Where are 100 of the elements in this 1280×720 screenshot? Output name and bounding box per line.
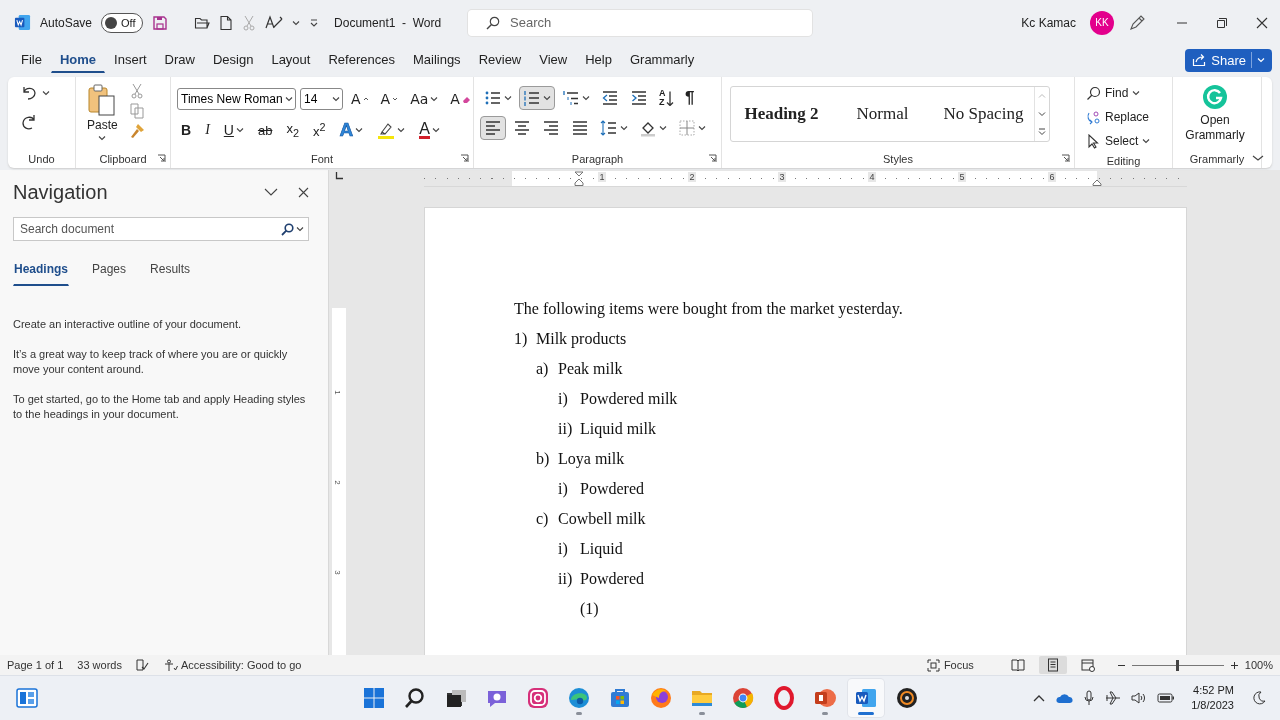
menu-tab[interactable]: Design	[203, 47, 263, 73]
grow-font-button[interactable]: A	[347, 87, 373, 111]
open-grammarly-button[interactable]: Open Grammarly	[1179, 81, 1251, 150]
superscript-button[interactable]: x$^{2}$	[308, 118, 330, 142]
proofing-icon[interactable]	[135, 659, 149, 671]
caret-icon[interactable]	[698, 124, 706, 132]
focus-button[interactable]: Focus	[925, 657, 975, 673]
format-painter-icon[interactable]	[128, 123, 145, 139]
widgets-icon[interactable]	[16, 687, 38, 709]
caret-icon[interactable]	[235, 126, 244, 134]
style-option[interactable]: Normal	[832, 87, 933, 141]
zoom-in-icon[interactable]	[1229, 660, 1239, 670]
subscript-button[interactable]: x$_{2}$	[282, 118, 303, 142]
taskbar-app[interactable]	[847, 679, 884, 717]
zoom-level[interactable]: 100%	[1244, 659, 1273, 671]
menu-tab[interactable]: Help	[576, 47, 621, 73]
caret-icon[interactable]	[431, 126, 440, 134]
menu-tab[interactable]: Layout	[262, 47, 320, 73]
italic-button[interactable]: I	[201, 118, 214, 142]
caret-icon[interactable]	[430, 95, 439, 103]
pane-tab[interactable]: Pages	[91, 261, 128, 286]
caret-icon[interactable]	[355, 126, 364, 134]
word-count[interactable]: 33 words	[77, 659, 122, 671]
strikethrough-button[interactable]: ab	[253, 118, 277, 142]
paste-button[interactable]: Paste	[82, 81, 123, 150]
clear-formatting-button[interactable]: A	[446, 87, 475, 111]
search-document-field[interactable]: Search document	[13, 217, 309, 241]
dialog-launcher-icon[interactable]	[708, 154, 717, 163]
clock-time[interactable]: 4:52 PM	[1193, 683, 1234, 698]
menu-tab[interactable]: View	[530, 47, 577, 73]
caret-icon[interactable]	[582, 94, 590, 102]
microphone-icon[interactable]	[1083, 690, 1096, 706]
customize-icon[interactable]	[309, 17, 320, 28]
caret-icon[interactable]	[1132, 89, 1141, 97]
page-count[interactable]: Page 1 of 1	[7, 659, 64, 671]
menu-tab[interactable]: Mailings	[403, 47, 470, 73]
change-case-button[interactable]: Aa	[406, 87, 443, 111]
user-avatar[interactable]: KK	[1090, 10, 1114, 35]
numbering-button[interactable]	[519, 86, 555, 110]
menu-tab[interactable]: Home	[50, 47, 106, 73]
pane-tab[interactable]: Headings	[13, 261, 69, 286]
battery-icon[interactable]	[1157, 693, 1176, 703]
dialog-launcher-icon[interactable]	[1061, 154, 1070, 163]
caret-icon[interactable]	[292, 18, 301, 27]
caret-icon[interactable]	[1142, 137, 1151, 145]
print-view-button[interactable]	[1038, 656, 1067, 674]
underline-button[interactable]: U	[219, 118, 248, 142]
caret-icon[interactable]	[504, 94, 512, 102]
sort-button[interactable]: AZ	[655, 86, 678, 110]
cloud-icon[interactable]	[1055, 692, 1074, 704]
indent-marker-icon[interactable]	[574, 171, 584, 186]
font-name-field[interactable]: Times New Roman	[177, 88, 296, 110]
search-icon[interactable]	[281, 222, 294, 236]
font-size-input[interactable]: 14	[304, 92, 332, 106]
caret-icon[interactable]	[296, 225, 304, 233]
caret-icon[interactable]	[620, 124, 628, 132]
more-styles-icon[interactable]	[1038, 128, 1046, 136]
replace-button[interactable]: Replace	[1085, 105, 1152, 129]
shrink-font-button[interactable]: A	[376, 87, 403, 111]
caret-icon[interactable]	[397, 126, 406, 134]
save-icon[interactable]	[152, 14, 169, 31]
dialog-launcher-icon[interactable]	[157, 154, 166, 163]
caret-icon[interactable]	[98, 134, 107, 142]
font-name-input[interactable]: Times New Roman	[181, 92, 285, 106]
font-size-field[interactable]: 14	[300, 88, 343, 110]
pane-tab[interactable]: Results	[149, 261, 192, 286]
spelling-icon[interactable]	[265, 14, 284, 31]
new-document-icon[interactable]	[219, 14, 234, 31]
menu-tab[interactable]: References	[319, 47, 404, 73]
menu-tab[interactable]: Review	[469, 47, 531, 73]
menu-tab[interactable]: Draw	[155, 47, 204, 73]
chevron-up-icon[interactable]	[1033, 694, 1046, 702]
find-button[interactable]: Find	[1085, 81, 1152, 105]
search-document-input[interactable]: Search document	[20, 222, 279, 236]
menu-tab[interactable]: File	[12, 47, 51, 73]
align-left-button[interactable]	[480, 116, 506, 140]
menu-tab[interactable]: Grammarly	[620, 47, 704, 73]
airplane-icon[interactable]	[1105, 690, 1122, 706]
menu-tab[interactable]: Insert	[105, 47, 156, 73]
caret-icon[interactable]	[543, 94, 551, 102]
collapse-ribbon-icon[interactable]	[1252, 154, 1264, 162]
dialog-launcher-icon[interactable]	[460, 154, 469, 163]
caret-icon[interactable]	[659, 124, 667, 132]
bold-button[interactable]: B	[177, 118, 196, 142]
moon-icon[interactable]	[1252, 691, 1266, 705]
marks-button[interactable]: ¶	[681, 86, 699, 110]
scroll-down-icon[interactable]	[1038, 110, 1046, 118]
chevron-down-icon[interactable]	[264, 187, 278, 197]
slider-thumb[interactable]	[1176, 659, 1180, 671]
caret-icon[interactable]	[42, 89, 50, 97]
caret-icon[interactable]	[332, 95, 340, 103]
select-button[interactable]: Select	[1085, 129, 1152, 153]
tab-stop-icon[interactable]	[335, 172, 343, 180]
text-effects-button[interactable]: A	[335, 118, 368, 142]
style-option[interactable]: Heading 2	[731, 87, 832, 141]
undo-icon[interactable]	[20, 84, 38, 102]
search-field[interactable]: Search	[468, 9, 812, 36]
restore-icon[interactable]	[1216, 16, 1228, 29]
style-option[interactable]: No Spacing	[933, 87, 1034, 141]
autosave-toggle[interactable]: Off	[101, 12, 144, 33]
